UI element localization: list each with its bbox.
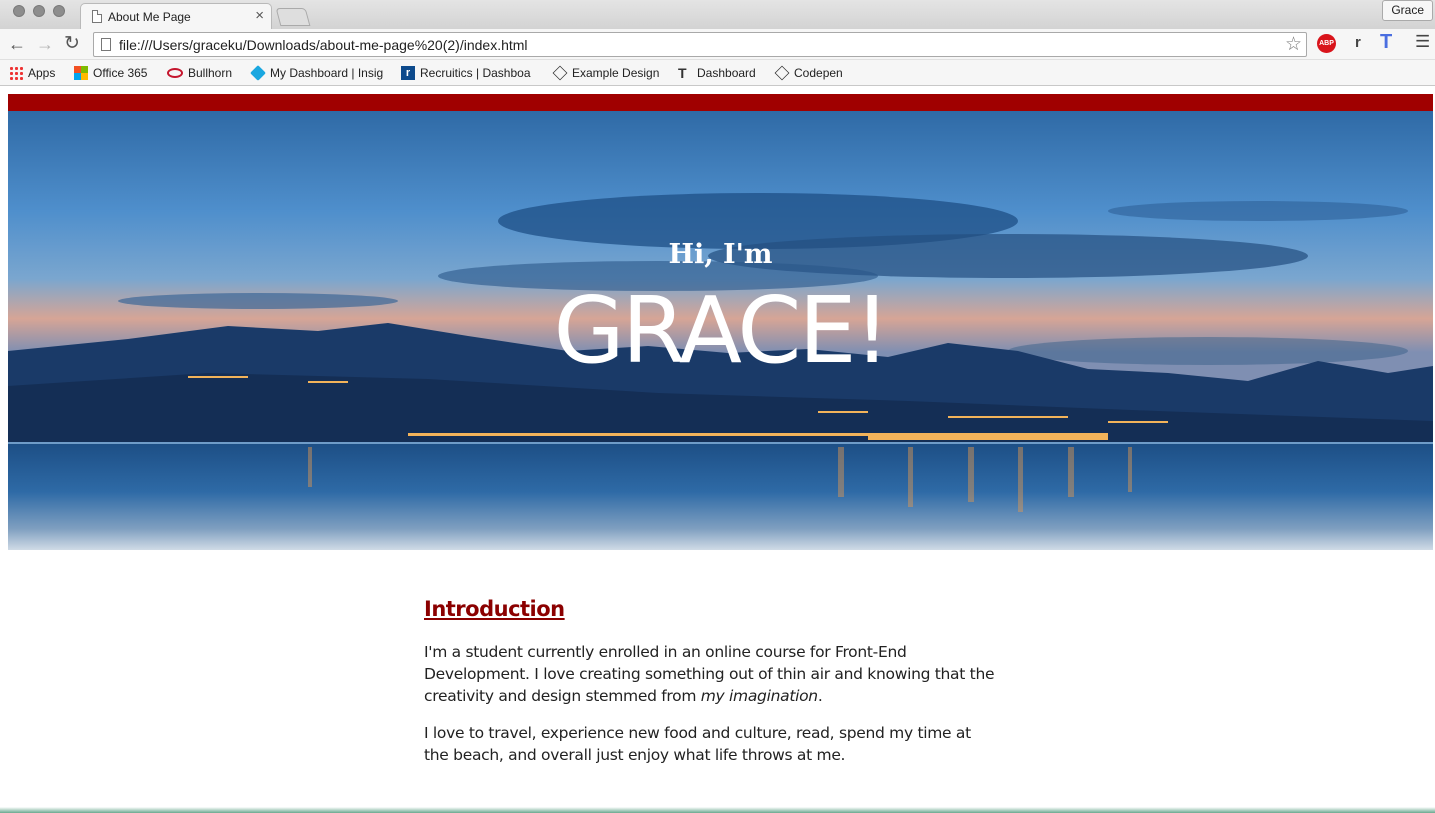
bookmark-star-icon[interactable]: ☆ — [1285, 34, 1302, 56]
address-bar[interactable]: file:///Users/graceku/Downloads/about-me… — [93, 32, 1307, 57]
bookmark-example-design[interactable]: Example Design — [552, 65, 660, 81]
bookmark-label: Recruitics | Dashboa — [420, 66, 531, 80]
extension-r-icon[interactable]: r — [1355, 34, 1361, 51]
forward-arrow-icon[interactable]: → — [36, 33, 54, 55]
bookmark-my-dashboard[interactable]: My Dashboard | Insig — [250, 65, 384, 81]
bookmark-label: Dashboard — [697, 66, 756, 80]
intro-section: Introduction I'm a student currently enr… — [424, 597, 999, 766]
bookmark-label: Office 365 — [93, 66, 148, 80]
chrome-menu-icon[interactable]: ☰ — [1415, 32, 1430, 52]
apps-grid-icon — [9, 66, 23, 80]
browser-toolbar: ← → ↻ file:///Users/graceku/Downloads/ab… — [0, 29, 1435, 60]
bullhorn-icon — [167, 68, 183, 78]
web-page: Hi, I'm GRACE! Introduction I'm a studen… — [0, 87, 1435, 813]
bookmark-label: My Dashboard | Insig — [270, 66, 384, 80]
profile-button[interactable]: Grace — [1382, 0, 1433, 21]
insight-icon — [250, 65, 266, 81]
reload-icon[interactable]: ↻ — [64, 33, 80, 55]
bookmarks-bar: Apps Office 365 Bullhorn My Dashboard | … — [0, 60, 1435, 86]
document-icon — [92, 10, 102, 23]
tab-about-me[interactable]: About Me Page × — [80, 3, 272, 30]
intro-heading: Introduction — [424, 597, 565, 621]
new-tab-button[interactable] — [275, 8, 311, 26]
url-text[interactable]: file:///Users/graceku/Downloads/about-me… — [119, 37, 528, 53]
back-arrow-icon[interactable]: ← — [8, 33, 26, 55]
window-close-button[interactable] — [13, 5, 25, 17]
bookmark-label: Codepen — [794, 66, 843, 80]
bookmark-label: Example Design — [572, 66, 660, 80]
page-bottom-edge — [0, 807, 1435, 813]
hero-greeting: Hi, I'm — [668, 239, 773, 270]
hero-banner: Hi, I'm GRACE! — [8, 111, 1433, 550]
window-minimize-button[interactable] — [33, 5, 45, 17]
bookmark-dashboard[interactable]: T Dashboard — [678, 65, 756, 81]
extension-t-icon[interactable]: T — [1380, 31, 1392, 54]
microsoft-icon — [74, 66, 88, 80]
intro-paragraph-1: I'm a student currently enrolled in an o… — [424, 641, 999, 707]
bookmark-label: Bullhorn — [188, 66, 233, 80]
tab-close-icon[interactable]: × — [255, 7, 264, 25]
paragraph-text: . — [817, 687, 823, 705]
recruitics-icon: r — [401, 66, 415, 80]
bookmark-office-365[interactable]: Office 365 — [74, 65, 147, 81]
emphasis-text: my imagination — [700, 687, 818, 705]
hero-name-title: GRACE! — [553, 277, 890, 384]
bookmark-codepen[interactable]: Codepen — [774, 65, 843, 81]
intro-paragraph-2: I love to travel, experience new food an… — [424, 724, 971, 764]
t-logo-icon: T — [678, 65, 687, 81]
tab-strip: About Me Page × Grace — [0, 0, 1435, 30]
codepen-icon — [552, 65, 568, 81]
window-maximize-button[interactable] — [53, 5, 65, 17]
bookmark-recruitics[interactable]: r Recruitics | Dashboa — [401, 65, 531, 81]
top-accent-bar — [8, 94, 1433, 111]
tab-title: About Me Page — [108, 10, 191, 24]
page-icon — [101, 38, 111, 51]
codepen-icon — [774, 65, 790, 81]
bookmark-label: Apps — [28, 66, 56, 80]
bookmark-bullhorn[interactable]: Bullhorn — [167, 65, 232, 81]
adblock-plus-icon[interactable]: ABP — [1317, 34, 1336, 53]
bookmark-apps[interactable]: Apps — [9, 65, 55, 81]
